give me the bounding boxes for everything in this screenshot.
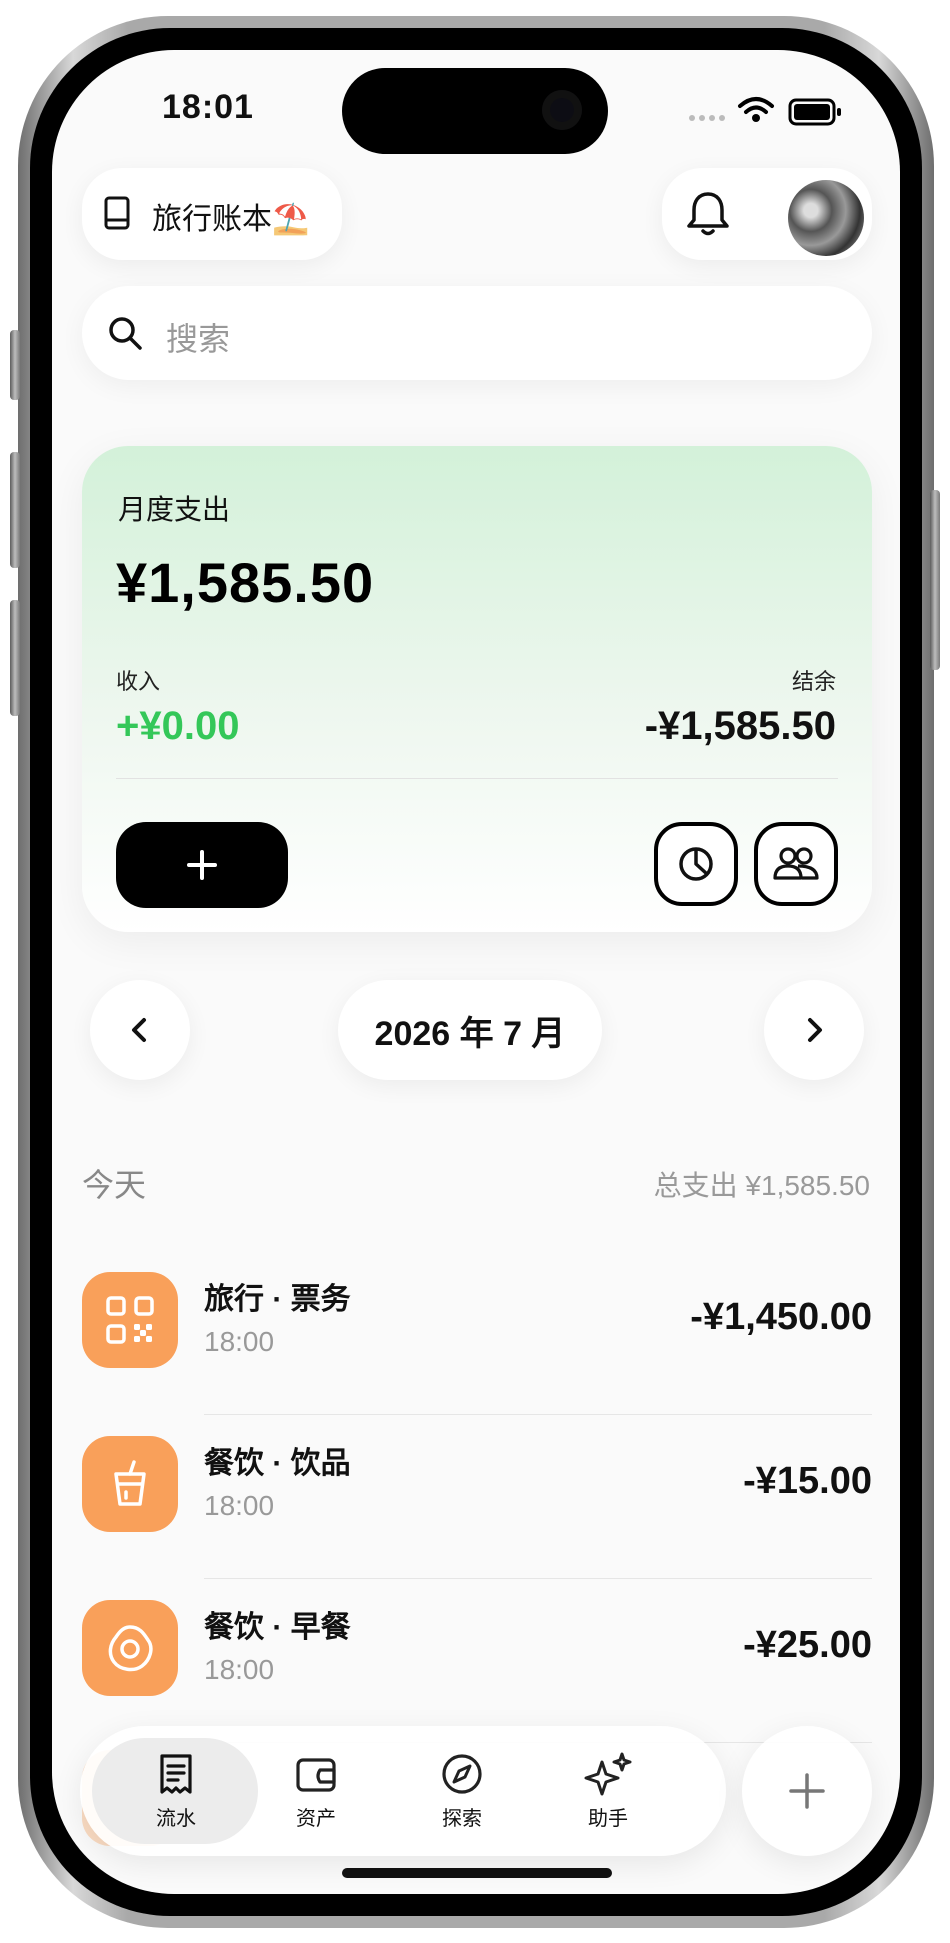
search-bar[interactable]: 搜索: [82, 286, 872, 380]
action-button: [10, 330, 20, 400]
bell-icon[interactable]: [682, 188, 734, 240]
tab-assets[interactable]: 资产: [246, 1726, 386, 1856]
transaction-title: 旅行 · 票务: [204, 1283, 351, 1316]
chevron-left-icon: [132, 1018, 146, 1042]
tab-explore[interactable]: 探索: [392, 1726, 532, 1856]
quick-add-button[interactable]: [742, 1726, 872, 1856]
tab-label: 资产: [296, 1807, 336, 1830]
status-icons: [662, 90, 862, 130]
wallet-icon: [296, 1757, 336, 1792]
avatar[interactable]: [788, 180, 864, 256]
monthly-expense-amount: ¥1,585.50: [116, 551, 375, 614]
account-book-selector[interactable]: 旅行账本⛱️: [82, 168, 342, 260]
search-icon: [109, 317, 142, 350]
book-icon: [104, 196, 130, 230]
pie-chart-icon: [679, 847, 713, 881]
volume-up-button: [10, 452, 20, 568]
transaction-time: 18:00: [204, 1654, 275, 1685]
account-book-name: 旅行账本⛱️: [152, 203, 310, 236]
sparkle-icon: [584, 1752, 632, 1795]
fried-egg-icon: [82, 1600, 178, 1696]
monthly-expense-label: 月度支出: [118, 494, 231, 525]
next-month-button[interactable]: [764, 980, 864, 1080]
statistics-button[interactable]: [654, 822, 738, 906]
users-icon: [773, 847, 819, 880]
tab-assistant[interactable]: 助手: [538, 1726, 678, 1856]
day-group-label: 今天: [82, 1167, 147, 1203]
plus-icon: [187, 850, 217, 880]
monthly-summary-card: 月度支出 ¥1,585.50 收入 +¥0.00 结余 -¥1,585.50: [82, 446, 872, 932]
screen: 18:01 旅行账本⛱️ 搜索 月度支出 ¥1,585.50 收入 +¥0.00…: [52, 50, 900, 1894]
add-record-button[interactable]: [116, 822, 288, 908]
cellular-signal-icon: [689, 115, 725, 121]
transaction-row[interactable]: 餐饮 · 饮品 18:00 -¥15.00: [82, 1414, 872, 1579]
transaction-row[interactable]: 餐饮 · 早餐 18:00 -¥25.00: [82, 1578, 872, 1743]
transaction-title: 餐饮 · 早餐: [204, 1611, 351, 1644]
tab-bar: 流水 资产 探索 助手: [80, 1726, 726, 1856]
transaction-time: 18:00: [204, 1326, 275, 1357]
current-month[interactable]: 2026 年 7 月: [338, 980, 602, 1080]
tab-label: 流水: [156, 1807, 196, 1830]
transaction-title: 餐饮 · 饮品: [204, 1447, 351, 1480]
transaction-amount: -¥25.00: [743, 1624, 872, 1666]
chevron-right-icon: [808, 1018, 822, 1042]
card-divider: [116, 778, 838, 779]
drink-cup-icon: [82, 1436, 178, 1532]
home-indicator: [342, 1868, 612, 1878]
transaction-row[interactable]: 旅行 · 票务 18:00 -¥1,450.00: [82, 1250, 872, 1415]
income-label: 收入: [116, 669, 161, 694]
plus-icon: [789, 1773, 825, 1809]
tab-label: 探索: [442, 1807, 482, 1830]
search-input[interactable]: 搜索: [166, 314, 230, 360]
transaction-time: 18:00: [204, 1490, 275, 1521]
front-camera: [542, 90, 582, 130]
compass-icon: [442, 1753, 482, 1794]
day-group-total: 总支出 ¥1,585.50: [653, 1170, 870, 1201]
members-button[interactable]: [754, 822, 838, 906]
receipt-icon: [160, 1753, 192, 1794]
previous-month-button[interactable]: [90, 980, 190, 1080]
power-button: [930, 490, 940, 670]
status-time: 18:01: [162, 88, 254, 126]
income-value: +¥0.00: [116, 704, 240, 748]
tab-flow[interactable]: 流水: [106, 1726, 246, 1856]
transaction-amount: -¥1,450.00: [690, 1296, 872, 1338]
qr-ticket-icon: [82, 1272, 178, 1368]
balance-label: 结余: [791, 669, 836, 694]
battery-icon: [788, 98, 841, 126]
wifi-icon: [738, 97, 774, 114]
transaction-amount: -¥15.00: [743, 1460, 872, 1502]
balance-value: -¥1,585.50: [644, 704, 836, 748]
volume-down-button: [10, 600, 20, 716]
tab-label: 助手: [588, 1807, 628, 1830]
